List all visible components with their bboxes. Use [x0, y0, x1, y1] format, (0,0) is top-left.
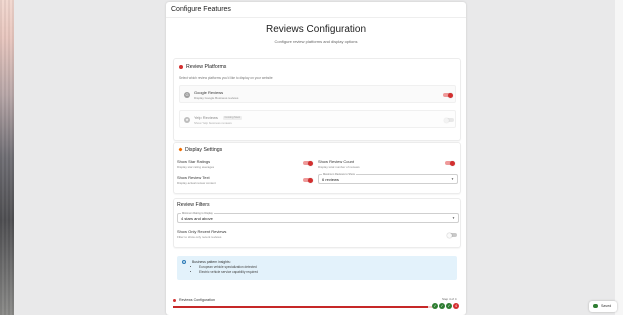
coming-soon-badge: Coming Soon — [223, 115, 242, 120]
star-ratings-label: Show Star Ratings — [177, 159, 211, 164]
review-text-desc: Display actual review content — [177, 181, 216, 185]
progress-bar-fill — [173, 306, 429, 308]
review-text-toggle[interactable] — [303, 177, 313, 183]
step-indicator-text: Step 4 of 4 — [442, 297, 457, 301]
chevron-down-icon: ▼ — [452, 216, 455, 220]
review-platforms-card: Review Platforms Select which review pla… — [173, 58, 461, 141]
info-icon: i — [182, 260, 186, 264]
saved-label: Saved — [601, 304, 612, 308]
page-subtitle: Configure review platforms and display o… — [274, 39, 358, 44]
review-filters-card: Review Filters Minimum Rating to Display… — [173, 198, 461, 248]
step-3-circle[interactable]: ✓ — [446, 303, 452, 309]
max-reviews-select[interactable]: Maximum Reviews to Show 6 reviews ▼ — [318, 173, 458, 184]
yelp-icon: ★ — [184, 117, 190, 123]
toggle-knob — [448, 92, 453, 98]
platform-row-google: G Google Reviews Display Google Business… — [179, 85, 456, 103]
display-settings-card: Display Settings Show Star Ratings Displ… — [173, 142, 461, 194]
insight-item: European vehicle specialization detected — [199, 265, 258, 269]
review-count-label: Show Review Count — [318, 159, 355, 164]
display-section-icon — [178, 147, 183, 152]
saved-indicator: Saved — [589, 301, 617, 312]
recent-only-toggle[interactable] — [447, 232, 457, 238]
step-1-circle[interactable]: ✓ — [432, 303, 438, 309]
min-rating-value: 4 stars and above — [181, 216, 213, 221]
max-reviews-value: 6 reviews — [322, 177, 339, 182]
review-count-toggle[interactable] — [445, 160, 455, 166]
insights-list: European vehicle specialization detected… — [199, 265, 258, 275]
toggle-knob — [447, 232, 452, 238]
page-title: Reviews Configuration — [265, 24, 367, 35]
review-text-label: Show Review Text — [177, 175, 210, 180]
desktop-edge-right — [615, 0, 623, 315]
configure-features-panel: Configure Features Reviews Configuration… — [166, 2, 466, 315]
toggle-knob — [450, 160, 455, 166]
google-reviews-desc: Display Google Business reviews — [194, 96, 239, 100]
star-ratings-toggle[interactable] — [303, 160, 313, 166]
toggle-knob — [308, 160, 313, 166]
progress-dot-icon — [173, 299, 176, 302]
google-icon: G — [184, 92, 190, 98]
yelp-reviews-toggle[interactable] — [444, 117, 454, 123]
yelp-reviews-label: Yelp Reviews — [194, 115, 218, 120]
toggle-knob — [444, 117, 449, 123]
toggle-knob — [308, 177, 313, 183]
platforms-section-icon — [179, 65, 183, 69]
recent-only-desc: Filter to show only recent reviews — [177, 235, 222, 239]
platforms-hint: Select which review platforms you'd like… — [179, 76, 273, 80]
yelp-reviews-desc: Show Yelp business reviews — [194, 121, 232, 125]
cloud-check-icon — [593, 304, 598, 308]
platforms-section-title: Review Platforms — [186, 64, 227, 70]
platform-row-yelp: ★ Yelp Reviews Coming Soon Show Yelp bus… — [179, 110, 456, 128]
business-insights-box: i Business pattern insights: European ve… — [177, 256, 457, 280]
max-reviews-label: Maximum Reviews to Show — [322, 173, 356, 176]
min-rating-select[interactable]: Minimum Rating to Display 4 stars and ab… — [177, 212, 459, 223]
chevron-down-icon: ▼ — [451, 177, 454, 181]
step-4-circle[interactable]: 4 — [453, 303, 459, 309]
google-reviews-toggle[interactable] — [443, 92, 453, 98]
recent-only-label: Show Only Recent Reviews — [177, 229, 227, 234]
desktop-wallpaper-left — [0, 0, 14, 315]
insights-title: Business pattern insights: — [192, 260, 231, 264]
insight-item: Electric vehicle service capability requ… — [199, 270, 258, 274]
progress-label: Reviews Configuration — [179, 298, 215, 302]
step-2-circle[interactable]: ✓ — [439, 303, 445, 309]
review-count-desc: Display total number of reviews — [318, 165, 360, 169]
star-ratings-desc: Display star rating averages — [177, 165, 215, 169]
panel-header-title: Configure Features — [166, 2, 466, 18]
google-reviews-label: Google Reviews — [194, 90, 224, 95]
display-section-title: Display Settings — [185, 147, 223, 153]
filters-section-title: Review Filters — [177, 202, 210, 208]
progress-bar — [173, 306, 436, 308]
min-rating-label: Minimum Rating to Display — [181, 212, 214, 215]
